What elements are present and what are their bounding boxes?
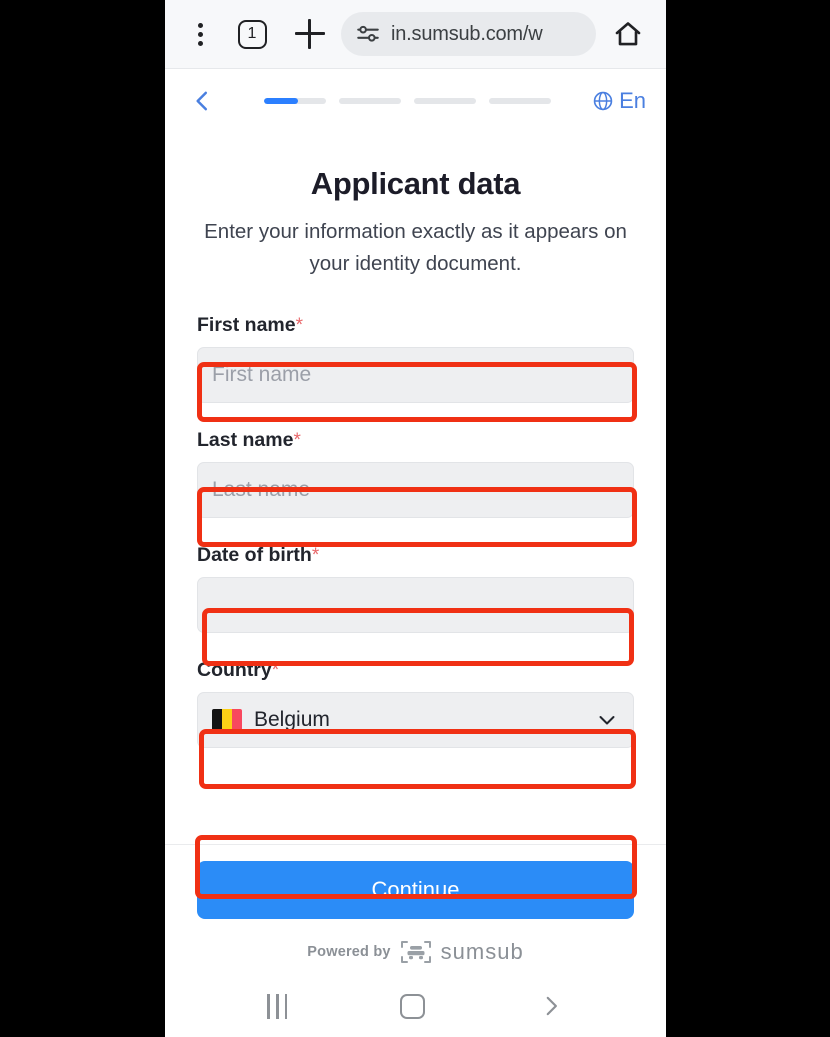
step-header: En xyxy=(165,68,666,134)
continue-button[interactable]: Continue xyxy=(197,861,634,919)
date-of-birth-input[interactable] xyxy=(197,576,634,633)
progress-segment-2 xyxy=(339,98,402,104)
powered-by-footer: Powered by sumsub xyxy=(197,939,634,965)
phone-viewport: 1 in.sumsub.com/w En Applicant data Ente… xyxy=(165,0,666,1037)
field-country: Country* Belgium xyxy=(197,659,634,748)
field-first-name: First name* First name xyxy=(197,314,634,403)
country-value: Belgium xyxy=(254,707,330,731)
new-tab-button[interactable] xyxy=(281,11,339,57)
page-top-divider xyxy=(165,68,666,69)
first-name-label: First name* xyxy=(197,313,304,336)
language-label: En xyxy=(619,88,646,113)
three-dots-icon xyxy=(197,22,203,46)
chevron-right-back-icon[interactable] xyxy=(538,993,564,1019)
required-asterisk: * xyxy=(293,429,301,451)
globe-icon xyxy=(592,90,614,112)
url-text: in.sumsub.com/w xyxy=(391,22,543,45)
url-bar[interactable]: in.sumsub.com/w xyxy=(341,12,596,56)
required-asterisk: * xyxy=(311,544,320,566)
browser-menu-button[interactable] xyxy=(177,11,223,57)
last-name-input[interactable]: Last name xyxy=(197,461,634,518)
progress-segment-4 xyxy=(489,98,552,104)
home-button[interactable] xyxy=(602,11,654,57)
last-name-label: Last name* xyxy=(197,428,301,451)
cta-section: Continue Powered by sumsub xyxy=(165,844,666,975)
tab-switcher-button[interactable]: 1 xyxy=(223,11,281,57)
recents-icon[interactable] xyxy=(267,993,288,1019)
home-icon xyxy=(613,19,643,49)
required-asterisk: * xyxy=(295,314,304,336)
plus-icon xyxy=(295,19,325,49)
chevron-down-icon[interactable] xyxy=(595,708,619,732)
sumsub-logo-icon xyxy=(400,941,431,963)
browser-toolbar: 1 in.sumsub.com/w xyxy=(165,0,666,68)
progress-segment-1 xyxy=(264,98,327,104)
first-name-input[interactable]: First name xyxy=(197,346,634,403)
field-last-name: Last name* Last name xyxy=(197,429,634,518)
first-name-placeholder: First name xyxy=(212,362,312,386)
page-subtitle: Enter your information exactly as it app… xyxy=(204,220,627,275)
screenshot-root: 1 in.sumsub.com/w En Applicant data Ente… xyxy=(0,0,830,1037)
language-selector[interactable]: En xyxy=(592,88,650,114)
permissions-tune-icon xyxy=(355,21,381,47)
web-page: En Applicant data Enter your information… xyxy=(165,68,666,1037)
last-name-placeholder: Last name xyxy=(212,477,311,501)
belgium-flag-icon xyxy=(212,708,242,731)
back-button[interactable] xyxy=(181,80,223,122)
tab-count-icon: 1 xyxy=(237,19,267,49)
field-date-of-birth: Date of birth* xyxy=(197,544,634,633)
date-of-birth-label: Date of birth* xyxy=(197,543,320,566)
progress-steps xyxy=(231,98,584,104)
home-square-icon[interactable] xyxy=(399,993,425,1019)
sumsub-brand-label: sumsub xyxy=(440,939,524,964)
page-title: Applicant data xyxy=(310,166,521,201)
chevron-left-icon xyxy=(189,88,215,114)
powered-by-label: Powered by xyxy=(307,944,391,960)
android-navbar xyxy=(165,975,666,1037)
form-container: Applicant data Enter your information ex… xyxy=(165,134,666,844)
country-label: Country* xyxy=(197,658,280,681)
country-select[interactable]: Belgium xyxy=(197,691,634,748)
required-asterisk: * xyxy=(271,659,280,681)
progress-segment-3 xyxy=(414,98,477,104)
